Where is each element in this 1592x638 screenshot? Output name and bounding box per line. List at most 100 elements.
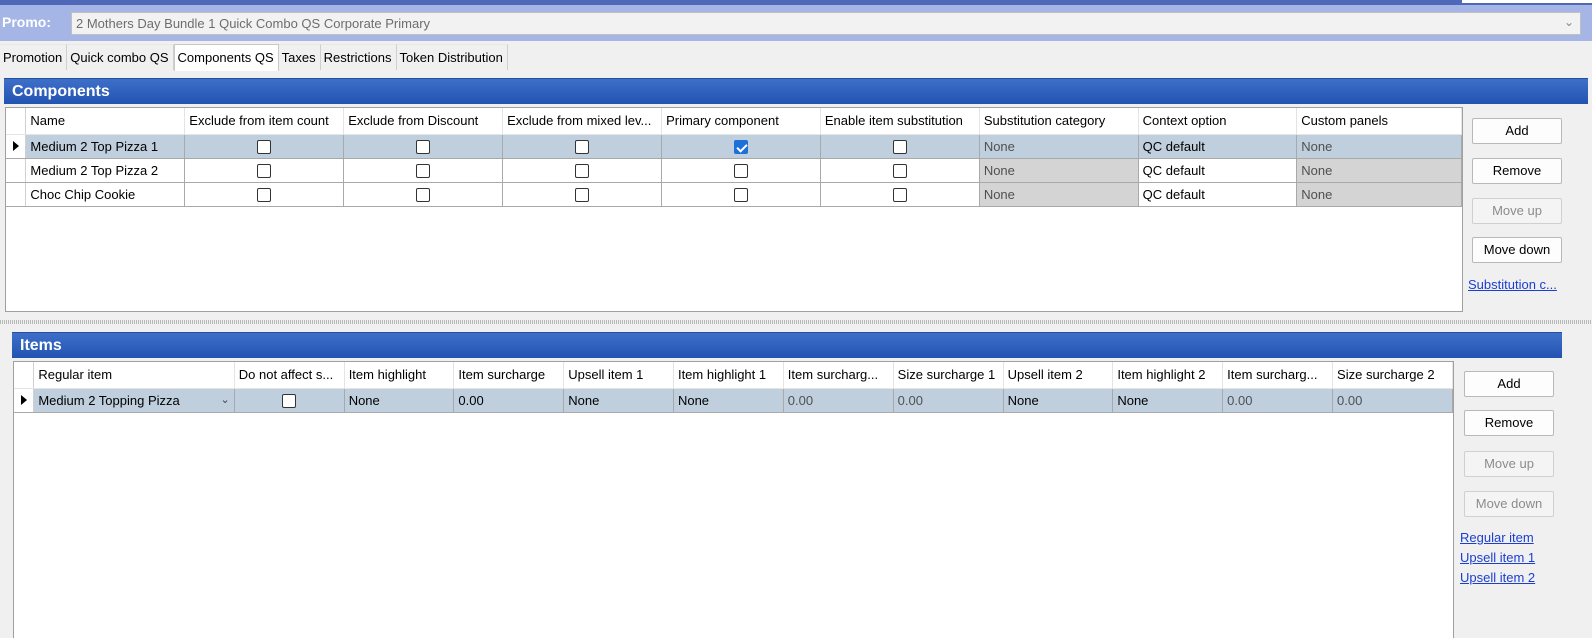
- component-name[interactable]: Choc Chip Cookie: [25, 182, 186, 207]
- primary-component-checkbox[interactable]: [661, 182, 821, 207]
- components-add-button[interactable]: Add: [1472, 118, 1562, 144]
- regular-item-link[interactable]: Regular item: [1460, 530, 1534, 545]
- components-move-down-button[interactable]: Move down: [1472, 237, 1562, 263]
- column-header[interactable]: Size surcharge 1: [893, 362, 1004, 389]
- enable-substitution-checkbox[interactable]: [820, 158, 980, 183]
- item-surcharge-2[interactable]: 0.00: [1222, 388, 1334, 413]
- component-name[interactable]: Medium 2 Top Pizza 2: [25, 158, 186, 183]
- size-surcharge-1[interactable]: 0.00: [893, 388, 1004, 413]
- column-header[interactable]: Item surcharge: [453, 362, 565, 389]
- tab-promotion[interactable]: Promotion: [0, 44, 68, 70]
- tab-restrictions[interactable]: Restrictions: [320, 44, 397, 70]
- enable-substitution-checkbox[interactable]: [820, 134, 980, 159]
- splitter[interactable]: [0, 320, 1592, 324]
- column-header[interactable]: Name: [25, 108, 186, 135]
- items-grid: Regular item Do not affect s... Item hig…: [13, 361, 1454, 638]
- row-selector[interactable]: [14, 388, 35, 413]
- table-row[interactable]: Medium 2 Top Pizza 2 None QC default Non…: [6, 158, 1462, 183]
- table-row[interactable]: Choc Chip Cookie None QC default None: [6, 182, 1462, 207]
- row-selector[interactable]: [6, 158, 27, 183]
- chevron-down-icon[interactable]: ⌄: [1564, 15, 1574, 30]
- column-header[interactable]: Do not affect s...: [234, 362, 345, 389]
- substitution-category-link[interactable]: Substitution c...: [1468, 277, 1557, 292]
- exclude-mixed-checkbox[interactable]: [502, 182, 663, 207]
- item-surcharge-1[interactable]: 0.00: [783, 388, 894, 413]
- exclude-count-checkbox[interactable]: [184, 158, 345, 183]
- primary-component-checkbox[interactable]: [661, 158, 821, 183]
- column-header[interactable]: Exclude from item count: [184, 108, 345, 135]
- components-grid: Name Exclude from item count Exclude fro…: [5, 107, 1463, 312]
- column-header[interactable]: Custom panels: [1296, 108, 1462, 135]
- items-remove-button[interactable]: Remove: [1464, 410, 1554, 436]
- tab-taxes[interactable]: Taxes: [278, 44, 321, 70]
- column-header[interactable]: Item highlight: [344, 362, 455, 389]
- upsell-item-2-link[interactable]: Upsell item 2: [1460, 570, 1535, 585]
- items-move-down-button[interactable]: Move down: [1464, 491, 1554, 517]
- title-bar-highlight: [1462, 0, 1592, 3]
- tab-token-distribution[interactable]: Token Distribution: [396, 44, 508, 70]
- column-header[interactable]: Primary component: [661, 108, 821, 135]
- components-header-row: Name Exclude from item count Exclude fro…: [6, 108, 1462, 135]
- row-header-corner: [6, 108, 27, 135]
- column-header[interactable]: Item surcharg...: [783, 362, 894, 389]
- chevron-down-icon[interactable]: ⌄: [221, 393, 230, 406]
- column-header[interactable]: Substitution category: [979, 108, 1139, 135]
- item-highlight-1[interactable]: None: [673, 388, 784, 413]
- column-header[interactable]: Upsell item 2: [1003, 362, 1114, 389]
- table-row[interactable]: Medium 2 Top Pizza 1 None QC default Non…: [6, 134, 1462, 159]
- row-selector[interactable]: [6, 134, 27, 159]
- regular-item-value: Medium 2 Topping Pizza: [38, 392, 180, 408]
- column-header[interactable]: Exclude from Discount: [343, 108, 504, 135]
- custom-panels[interactable]: None: [1296, 182, 1462, 207]
- do-not-affect-checkbox[interactable]: [234, 388, 345, 413]
- items-add-button[interactable]: Add: [1464, 371, 1554, 397]
- column-header[interactable]: Enable item substitution: [820, 108, 980, 135]
- component-name[interactable]: Medium 2 Top Pizza 1: [25, 134, 186, 159]
- exclude-count-checkbox[interactable]: [184, 182, 345, 207]
- components-remove-button[interactable]: Remove: [1472, 158, 1562, 184]
- column-header[interactable]: Size surcharge 2: [1332, 362, 1453, 389]
- size-surcharge-2[interactable]: 0.00: [1332, 388, 1453, 413]
- exclude-discount-checkbox[interactable]: [343, 158, 504, 183]
- substitution-category[interactable]: None: [979, 134, 1139, 159]
- context-option[interactable]: QC default: [1138, 158, 1298, 183]
- regular-item-combo[interactable]: Medium 2 Topping Pizza ⌄: [33, 388, 235, 413]
- column-header[interactable]: Upsell item 1: [563, 362, 674, 389]
- components-header: Components: [4, 78, 1588, 104]
- item-highlight[interactable]: None: [344, 388, 455, 413]
- enable-substitution-checkbox[interactable]: [820, 182, 980, 207]
- components-move-up-button[interactable]: Move up: [1472, 198, 1562, 224]
- items-header-row: Regular item Do not affect s... Item hig…: [14, 362, 1453, 389]
- item-highlight-2[interactable]: None: [1112, 388, 1224, 413]
- items-title: Items: [20, 337, 62, 354]
- item-surcharge[interactable]: 0.00: [453, 388, 565, 413]
- column-header[interactable]: Regular item: [33, 362, 235, 389]
- context-option[interactable]: QC default: [1138, 134, 1298, 159]
- exclude-discount-checkbox[interactable]: [343, 134, 504, 159]
- column-header[interactable]: Item surcharg...: [1222, 362, 1334, 389]
- items-move-up-button[interactable]: Move up: [1464, 451, 1554, 477]
- custom-panels[interactable]: None: [1296, 134, 1462, 159]
- column-header[interactable]: Item highlight 1: [673, 362, 784, 389]
- context-option[interactable]: QC default: [1138, 182, 1298, 207]
- tab-components-qs[interactable]: Components QS: [173, 44, 279, 71]
- exclude-mixed-checkbox[interactable]: [502, 158, 663, 183]
- primary-component-checkbox[interactable]: [661, 134, 821, 159]
- column-header[interactable]: Exclude from mixed lev...: [502, 108, 663, 135]
- row-selector[interactable]: [6, 182, 27, 207]
- exclude-discount-checkbox[interactable]: [343, 182, 504, 207]
- exclude-count-checkbox[interactable]: [184, 134, 345, 159]
- column-header[interactable]: Item highlight 2: [1112, 362, 1224, 389]
- promo-select[interactable]: 2 Mothers Day Bundle 1 Quick Combo QS Co…: [71, 12, 1581, 35]
- upsell-item-1-link[interactable]: Upsell item 1: [1460, 550, 1535, 565]
- upsell-item-2[interactable]: None: [1003, 388, 1114, 413]
- exclude-mixed-checkbox[interactable]: [502, 134, 663, 159]
- substitution-category[interactable]: None: [979, 158, 1139, 183]
- table-row[interactable]: Medium 2 Topping Pizza ⌄ None 0.00 None N…: [14, 388, 1453, 413]
- row-header-corner: [14, 362, 35, 389]
- substitution-category[interactable]: None: [979, 182, 1139, 207]
- tab-quick-combo-qs[interactable]: Quick combo QS: [67, 44, 174, 70]
- custom-panels[interactable]: None: [1296, 158, 1462, 183]
- column-header[interactable]: Context option: [1138, 108, 1298, 135]
- upsell-item-1[interactable]: None: [563, 388, 674, 413]
